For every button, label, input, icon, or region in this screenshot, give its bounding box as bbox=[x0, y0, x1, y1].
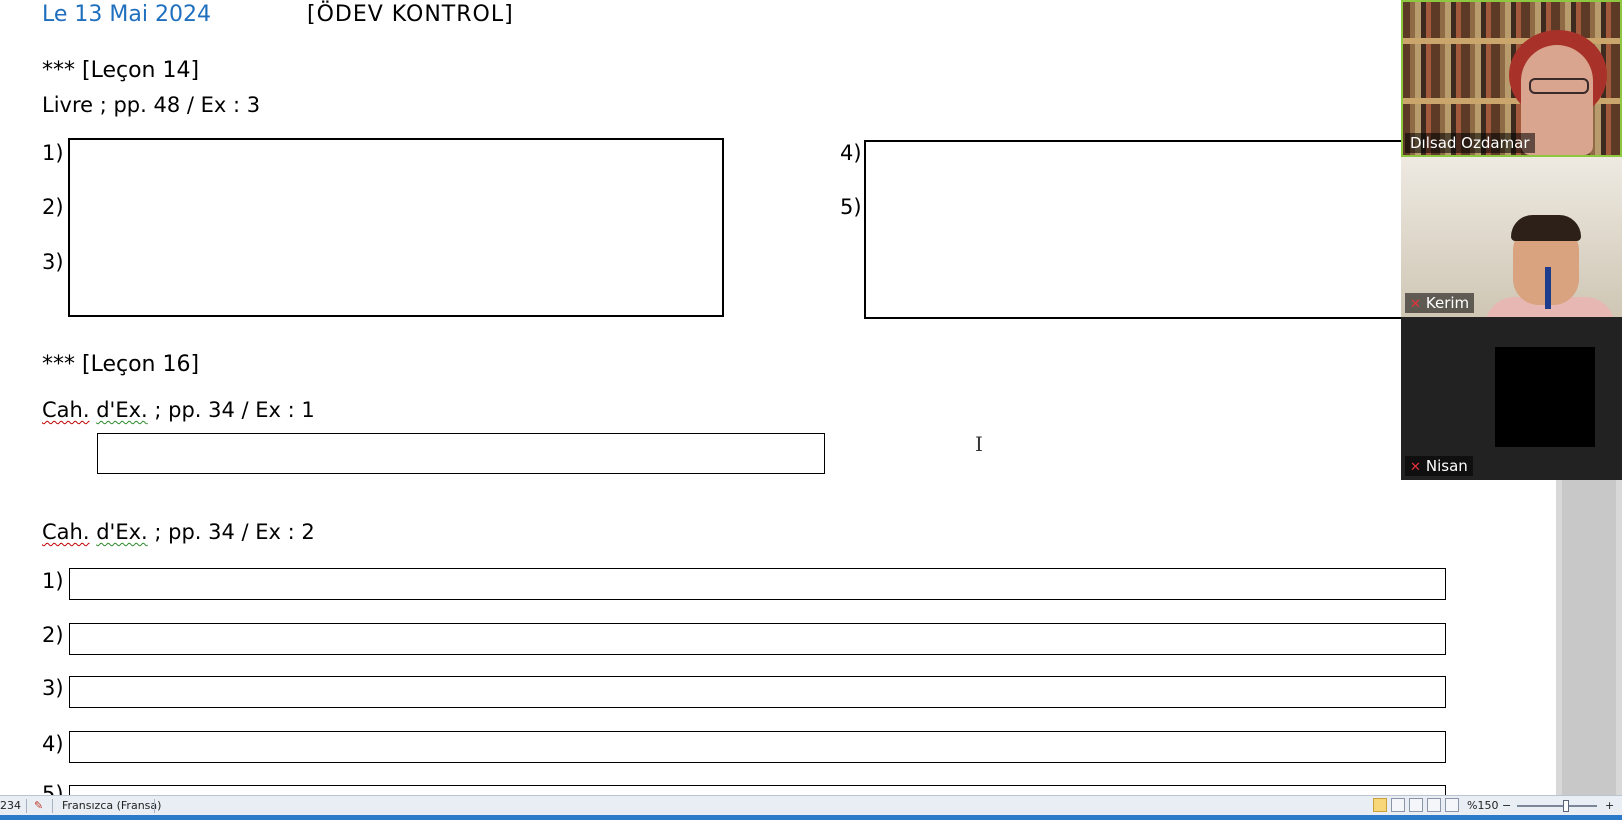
answer-number: 2) bbox=[42, 195, 64, 219]
participant-hair bbox=[1511, 215, 1581, 241]
answer-number: 2) bbox=[42, 623, 64, 647]
participant-label: ✕ Nisan bbox=[1405, 456, 1473, 476]
spell-flag-word: Cah. bbox=[42, 398, 90, 422]
answer-box-right[interactable] bbox=[864, 140, 1404, 319]
zoom-out-button[interactable]: − bbox=[1502, 799, 1511, 812]
answer-number: 3) bbox=[42, 676, 64, 700]
answer-number: 1) bbox=[42, 569, 64, 593]
answer-number: 5) bbox=[840, 195, 862, 219]
divider bbox=[26, 799, 27, 813]
mic-muted-icon: ✕ bbox=[1410, 460, 1421, 475]
answer-line-1[interactable] bbox=[69, 568, 1446, 600]
zoom-in-button[interactable]: + bbox=[1605, 799, 1614, 812]
lesson16-exercise1: Cah. d'Ex. ; pp. 34 / Ex : 1 bbox=[42, 398, 315, 422]
lesson14-heading: *** [Leçon 14] bbox=[42, 58, 200, 83]
exercise-text: ; pp. 34 / Ex : 2 bbox=[147, 520, 315, 544]
exercise-text: ; pp. 34 / Ex : 1 bbox=[147, 398, 315, 422]
divider bbox=[154, 799, 155, 813]
active-speaker-border bbox=[1401, 0, 1622, 157]
participant-label: ✕ Kerim bbox=[1405, 293, 1475, 313]
answer-line-2[interactable] bbox=[69, 623, 1446, 655]
answer-number: 3) bbox=[42, 250, 64, 274]
pen bbox=[1545, 267, 1551, 309]
print-layout-view-button[interactable] bbox=[1373, 798, 1387, 812]
cursor-ibeam-icon: I bbox=[975, 432, 983, 456]
language-indicator[interactable]: Fransızca (Fransa) bbox=[62, 799, 161, 812]
lesson14-exercise: Livre ; pp. 48 / Ex : 3 bbox=[42, 93, 261, 117]
answer-line-3[interactable] bbox=[69, 676, 1446, 708]
answer-number: 1) bbox=[42, 141, 64, 165]
divider bbox=[52, 799, 53, 813]
grammar-flag-word: d'Ex. bbox=[96, 398, 148, 422]
spell-flag-word: Cah. bbox=[42, 520, 90, 544]
answer-line-4[interactable] bbox=[69, 731, 1446, 763]
status-bar: 234 ✎ Fransızca (Fransa) %150 − + bbox=[0, 795, 1622, 816]
answer-box-single[interactable] bbox=[97, 433, 825, 474]
taskbar-edge bbox=[0, 815, 1622, 820]
full-screen-reading-view-button[interactable] bbox=[1391, 798, 1405, 812]
participant-name: Nisan bbox=[1425, 457, 1468, 475]
mic-muted-icon: ✕ bbox=[1410, 297, 1421, 312]
answer-number: 5) bbox=[42, 782, 64, 795]
grammar-flag-word: d'Ex. bbox=[96, 520, 148, 544]
outline-view-button[interactable] bbox=[1427, 798, 1441, 812]
answer-line-5[interactable] bbox=[69, 785, 1446, 795]
draft-view-button[interactable] bbox=[1445, 798, 1459, 812]
document-title: [ÖDEV KONTROL] bbox=[307, 2, 514, 27]
zoom-slider-thumb[interactable] bbox=[1563, 800, 1569, 812]
document-date: Le 13 Mai 2024 bbox=[42, 2, 211, 27]
answer-number: 4) bbox=[42, 732, 64, 756]
zoom-level[interactable]: %150 bbox=[1467, 799, 1498, 812]
web-layout-view-button[interactable] bbox=[1409, 798, 1423, 812]
document-page[interactable]: Le 13 Mai 2024 [ÖDEV KONTROL] *** [Leçon… bbox=[0, 0, 1556, 795]
participant-name: Kerim bbox=[1425, 294, 1470, 312]
video-tile-2[interactable]: ✕ Kerim bbox=[1401, 157, 1622, 317]
answer-number: 4) bbox=[840, 141, 862, 165]
lesson16-exercise2: Cah. d'Ex. ; pp. 34 / Ex : 2 bbox=[42, 520, 315, 544]
video-off-placeholder bbox=[1495, 347, 1595, 447]
video-tile-3[interactable]: ✕ Nisan bbox=[1401, 317, 1622, 480]
zoom-slider-track[interactable] bbox=[1517, 805, 1597, 807]
answer-box-left[interactable] bbox=[68, 138, 724, 317]
word-count[interactable]: 234 bbox=[0, 799, 21, 812]
spellcheck-icon[interactable]: ✎ bbox=[34, 799, 43, 812]
lesson16-heading: *** [Leçon 16] bbox=[42, 352, 200, 377]
